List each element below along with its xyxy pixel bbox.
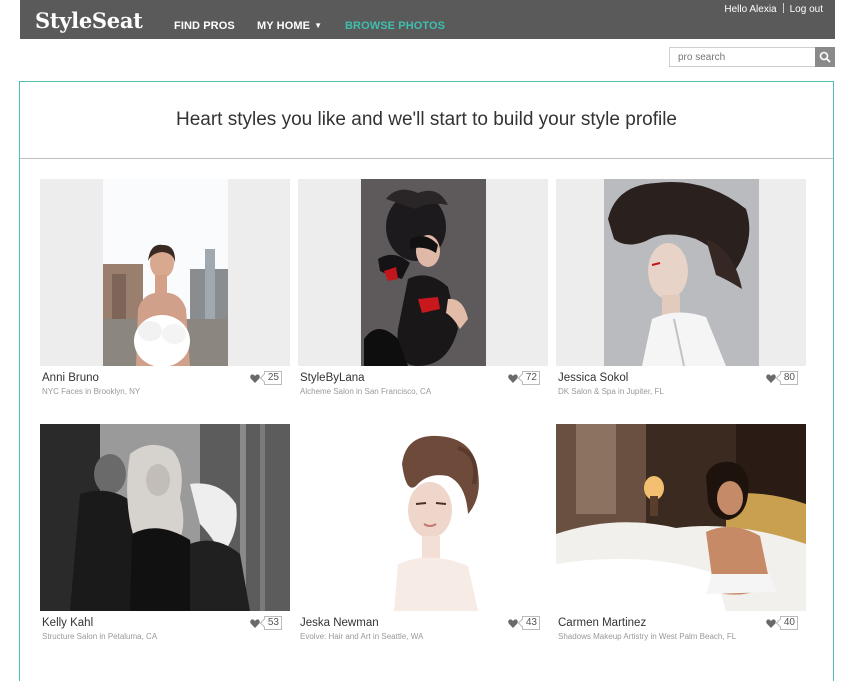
page-title: Heart styles you like and we'll start to… xyxy=(20,82,833,159)
pro-name[interactable]: StyleByLana xyxy=(300,372,365,384)
pro-location: Evolve: Hair and Art in Seattle, WA xyxy=(300,632,424,641)
photo-card: Jessica Sokol DK Salon & Spa in Jupiter,… xyxy=(556,179,806,401)
like-count: 53 xyxy=(263,616,282,630)
photo-card: Carmen Martinez Shadows Makeup Artistry … xyxy=(556,424,806,646)
like-control: 43 xyxy=(508,616,540,630)
pro-name[interactable]: Jessica Sokol xyxy=(558,372,628,384)
like-control: 25 xyxy=(250,371,282,385)
style-photo[interactable] xyxy=(298,424,548,611)
pro-name[interactable]: Jeska Newman xyxy=(300,617,379,629)
photo-card: Jeska Newman Evolve: Hair and Art in Sea… xyxy=(298,424,548,646)
like-count: 40 xyxy=(779,616,798,630)
like-control: 53 xyxy=(250,616,282,630)
pro-name[interactable]: Kelly Kahl xyxy=(42,617,93,629)
pro-location: Alcheme Salon in San Francisco, CA xyxy=(300,387,432,396)
style-photo[interactable] xyxy=(556,179,806,366)
pro-name[interactable]: Anni Bruno xyxy=(42,372,99,384)
heart-icon[interactable] xyxy=(508,618,518,628)
divider xyxy=(782,3,784,13)
heart-icon[interactable] xyxy=(508,373,518,383)
like-count: 72 xyxy=(521,371,540,385)
photo-card: StyleByLana Alcheme Salon in San Francis… xyxy=(298,179,548,401)
like-count: 43 xyxy=(521,616,540,630)
pro-search xyxy=(669,47,835,67)
nav-my-home[interactable]: MY HOME ▼ xyxy=(257,20,322,32)
nav-browse-photos[interactable]: BROWSE PHOTOS xyxy=(345,20,445,32)
heart-icon[interactable] xyxy=(766,618,776,628)
like-control: 80 xyxy=(766,371,798,385)
nav-find-pros[interactable]: FIND PROS xyxy=(174,20,235,32)
style-photo[interactable] xyxy=(298,179,548,366)
user-menu: Hello Alexia Log out xyxy=(724,3,823,15)
pro-location: NYC Faces in Brooklyn, NY xyxy=(42,387,141,396)
like-control: 40 xyxy=(766,616,798,630)
style-photo[interactable] xyxy=(40,424,290,611)
styleseat-logo[interactable]: StyleSeat xyxy=(35,8,143,33)
heart-icon[interactable] xyxy=(250,618,260,628)
pro-location: Shadows Makeup Artistry in West Palm Bea… xyxy=(558,632,737,641)
chevron-down-icon: ▼ xyxy=(314,21,323,30)
logout-link[interactable]: Log out xyxy=(790,4,823,15)
like-control: 72 xyxy=(508,371,540,385)
pro-location: DK Salon & Spa in Jupiter, FL xyxy=(558,387,664,396)
search-icon xyxy=(819,51,831,63)
top-navigation-bar: StyleSeat FIND PROS MY HOME ▼ BROWSE PHOT… xyxy=(20,0,835,39)
photo-card: Kelly Kahl Structure Salon in Petaluma, … xyxy=(40,424,290,646)
user-greeting[interactable]: Hello Alexia xyxy=(724,4,776,15)
nav-my-home-label: MY HOME xyxy=(257,20,311,32)
heart-icon[interactable] xyxy=(250,373,260,383)
heart-icon[interactable] xyxy=(766,373,776,383)
style-photo[interactable] xyxy=(556,424,806,611)
search-button[interactable] xyxy=(815,47,835,67)
search-input[interactable] xyxy=(669,47,815,67)
pro-name[interactable]: Carmen Martinez xyxy=(558,617,646,629)
style-profile-panel: Heart styles you like and we'll start to… xyxy=(19,81,834,681)
like-count: 25 xyxy=(263,371,282,385)
photo-card: Anni Bruno NYC Faces in Brooklyn, NY 25 xyxy=(40,179,290,401)
style-photo[interactable] xyxy=(40,179,290,366)
pro-location: Structure Salon in Petaluma, CA xyxy=(42,632,158,641)
like-count: 80 xyxy=(779,371,798,385)
